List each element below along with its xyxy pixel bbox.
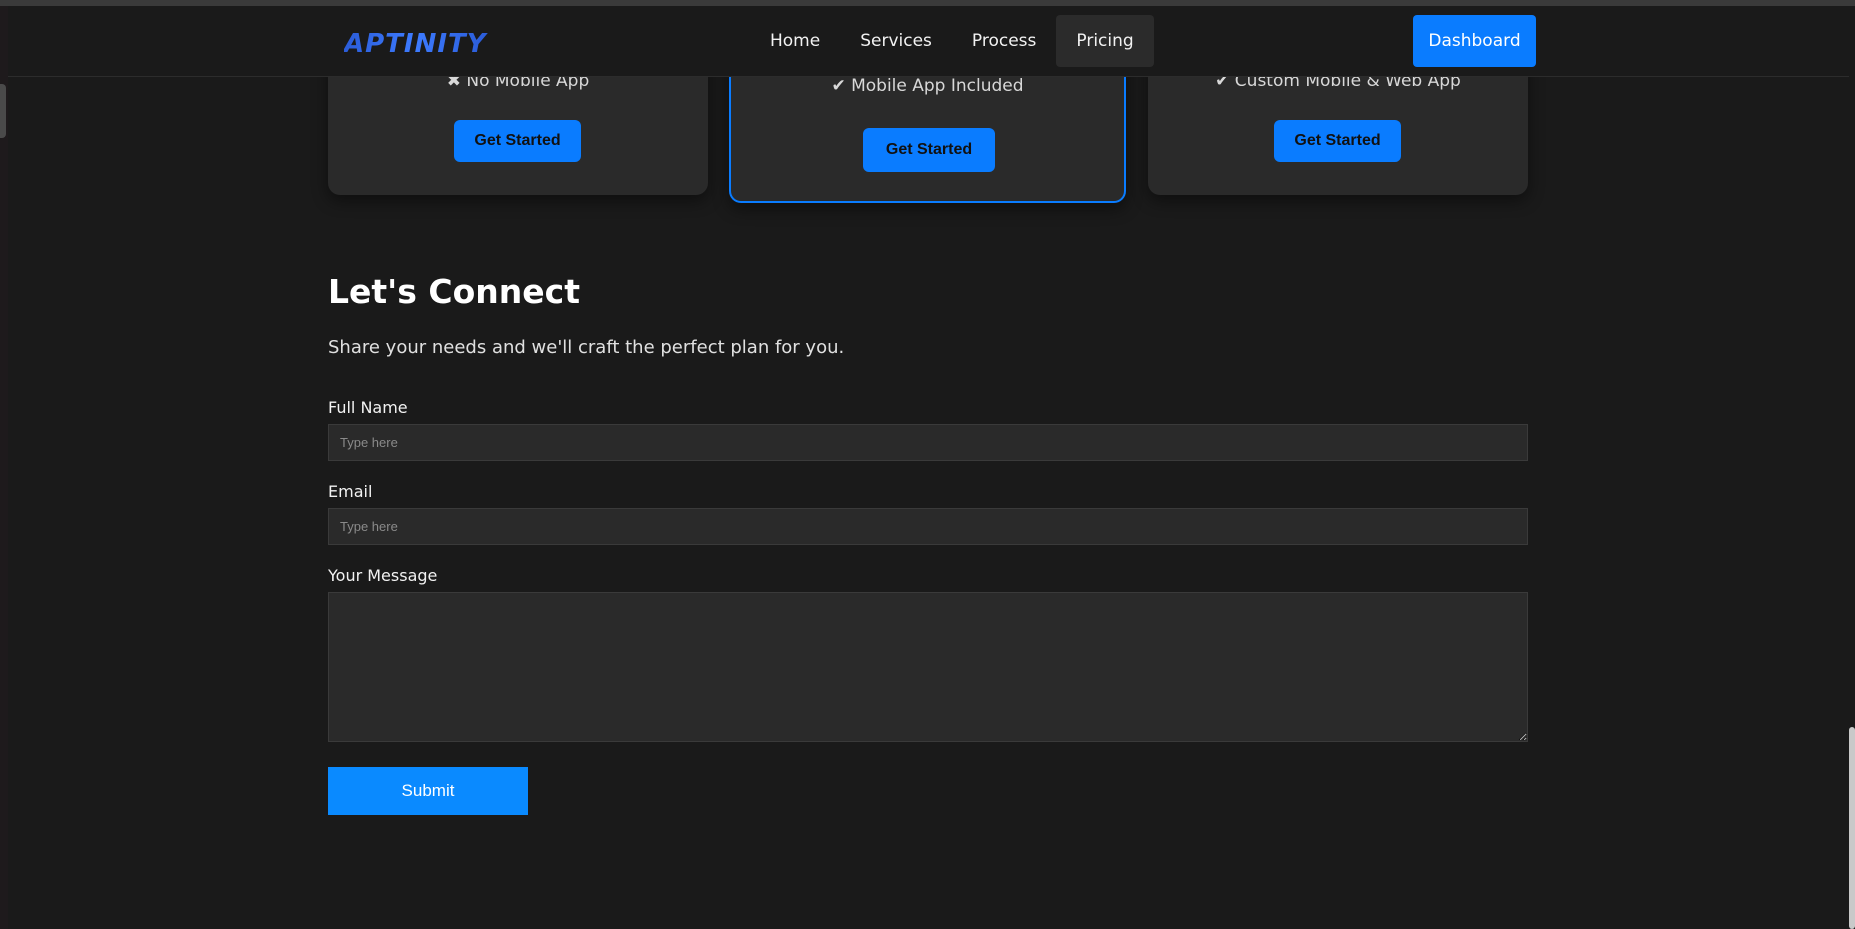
nav-pricing[interactable]: Pricing	[1056, 15, 1154, 67]
nav-services[interactable]: Services	[840, 15, 952, 67]
left-edge-strip	[0, 6, 8, 929]
nav-home[interactable]: Home	[750, 15, 840, 67]
scrollbar-thumb[interactable]	[1849, 727, 1855, 929]
get-started-button[interactable]: Get Started	[863, 128, 995, 172]
logo-text: APTINITY	[344, 29, 489, 58]
aptinity-logo[interactable]: APTINITY	[344, 26, 504, 58]
side-panel-handle[interactable]	[0, 84, 6, 138]
email-label: Email	[328, 482, 373, 501]
dashboard-button[interactable]: Dashboard	[1413, 15, 1536, 67]
get-started-button[interactable]: Get Started	[454, 120, 581, 162]
card-feature: ✔ Mobile App Included	[831, 76, 1024, 96]
message-label: Your Message	[328, 566, 438, 585]
message-textarea[interactable]	[328, 592, 1528, 742]
contact-title: Let's Connect	[328, 272, 581, 311]
submit-button[interactable]: Submit	[328, 767, 528, 815]
email-input[interactable]	[328, 508, 1528, 545]
nav-links: Home Services Process Pricing	[750, 15, 1154, 67]
full-name-label: Full Name	[328, 398, 408, 417]
top-navbar: APTINITY Home Services Process Pricing D…	[8, 6, 1849, 77]
contact-subtitle: Share your needs and we'll craft the per…	[328, 337, 845, 358]
full-name-input[interactable]	[328, 424, 1528, 461]
get-started-button[interactable]: Get Started	[1274, 120, 1401, 162]
nav-process[interactable]: Process	[952, 15, 1057, 67]
